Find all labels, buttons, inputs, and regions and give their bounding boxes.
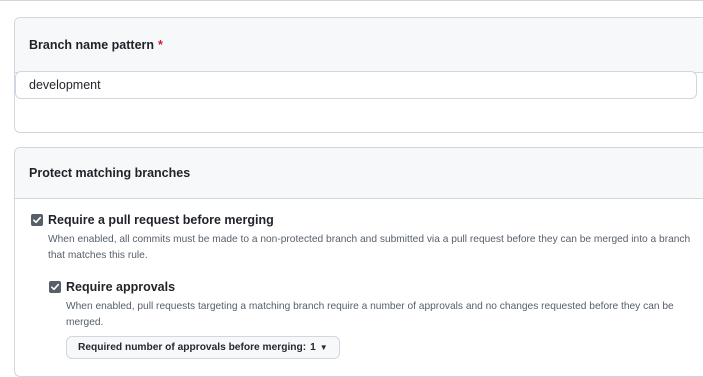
branch-name-pattern-label: Branch name pattern xyxy=(29,38,155,52)
require-approvals-checkbox[interactable] xyxy=(49,281,61,293)
require-pull-request-checkbox[interactable] xyxy=(31,214,43,226)
required-approvals-select-value: 1 xyxy=(310,342,316,353)
checkmark-icon xyxy=(51,283,60,291)
require-approvals-description: When enabled, pull requests targeting a … xyxy=(66,301,674,328)
branch-name-pattern-input[interactable]: development xyxy=(15,71,697,99)
require-pull-request-title[interactable]: Require a pull request before merging xyxy=(48,213,274,227)
branch-name-pattern-header: Branch name pattern * xyxy=(15,18,703,73)
caret-down-icon: ▼ xyxy=(319,343,328,352)
require-approvals-title[interactable]: Require approvals xyxy=(66,280,175,294)
require-pull-request-description: When enabled, all commits must be made t… xyxy=(48,234,691,261)
protect-matching-branches-label: Protect matching branches xyxy=(29,166,191,180)
protect-matching-branches-header: Protect matching branches xyxy=(15,148,703,199)
top-divider xyxy=(0,0,703,1)
required-approvals-select-label: Required number of approvals before merg… xyxy=(78,342,307,353)
required-marker: * xyxy=(158,38,163,52)
checkmark-icon xyxy=(33,216,42,224)
required-approvals-select[interactable]: Required number of approvals before merg… xyxy=(66,336,340,359)
